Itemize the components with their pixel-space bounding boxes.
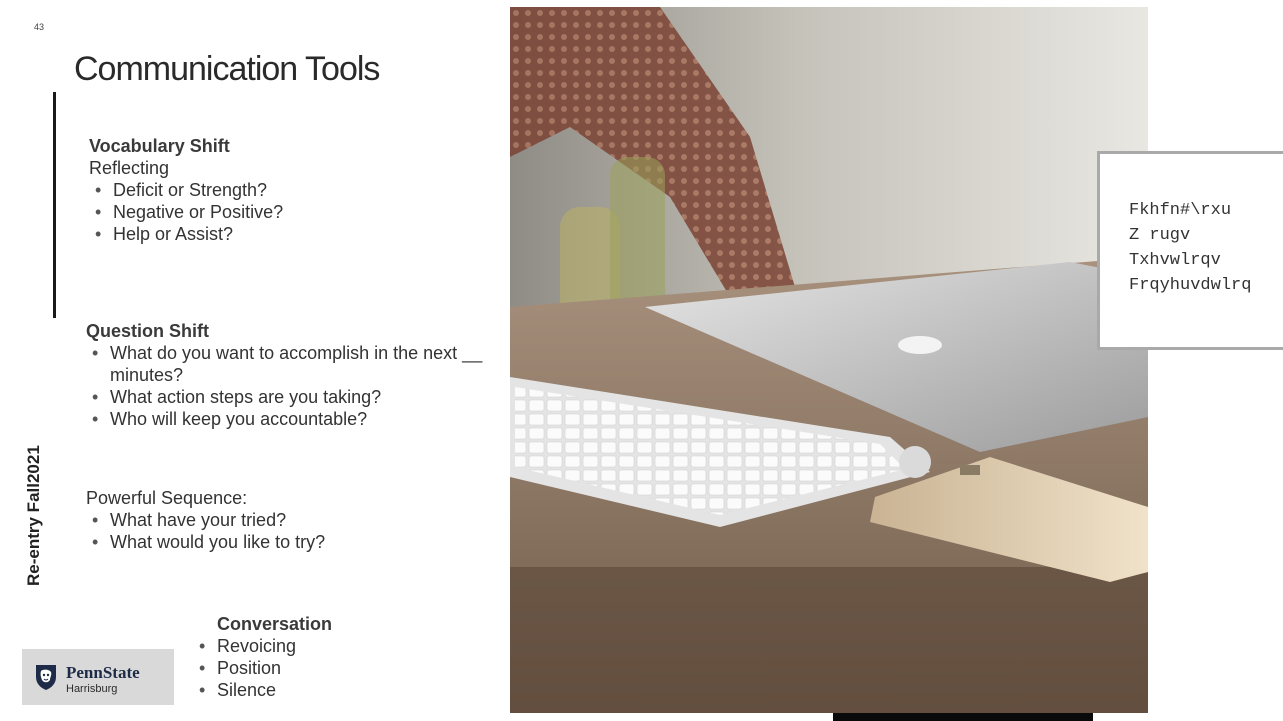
list-item: What do you want to accomplish in the ne…: [86, 342, 506, 386]
cipher-line: Fkhfn#\rxu: [1129, 201, 1232, 220]
list-item: Position: [193, 657, 332, 679]
cipher-line: Frqyhuvdwlrq: [1129, 276, 1252, 295]
list-item: What have your tried?: [86, 509, 325, 531]
conversation-list: Revoicing Position Silence: [193, 635, 332, 701]
slide: 43 Communication Tools Re-entry Fall2021…: [0, 0, 1283, 721]
bottom-strip: [833, 713, 1093, 721]
list-item: Deficit or Strength?: [89, 179, 283, 201]
list-item: Revoicing: [193, 635, 332, 657]
list-item: Silence: [193, 679, 332, 701]
slide-title: Communication Tools: [74, 50, 380, 88]
list-item: Negative or Positive?: [89, 201, 283, 223]
cipher-line: Z rugv: [1129, 226, 1191, 245]
accent-bar: [53, 92, 56, 318]
cipher-text: Fkhfn#\rxu Z rugv Txhvwlrqv Frqyhuvdwlrq: [1129, 198, 1251, 298]
nittany-lion-shield-icon: [36, 665, 56, 690]
vocabulary-heading: Vocabulary Shift: [89, 136, 230, 156]
vertical-label: Re-entry Fall2021: [24, 445, 43, 586]
vocabulary-section: Vocabulary Shift Reflecting Deficit or S…: [89, 135, 283, 245]
conversation-section: Conversation Revoicing Position Silence: [193, 613, 332, 701]
logo-campus: Harrisburg: [66, 683, 118, 695]
desk-laptop-keyboard-photo: [510, 7, 1148, 713]
question-section: Question Shift What do you want to accom…: [86, 320, 506, 430]
page-number: 43: [34, 22, 45, 32]
list-item: What action steps are you taking?: [86, 386, 506, 408]
sequence-list: What have your tried? What would you lik…: [86, 509, 325, 553]
vocabulary-list: Deficit or Strength? Negative or Positiv…: [89, 179, 283, 245]
pennstate-logo: PennState Harrisburg: [22, 649, 174, 705]
list-item: Help or Assist?: [89, 223, 283, 245]
sequence-heading: Powerful Sequence:: [86, 488, 248, 508]
logo-name: PennState: [66, 663, 140, 682]
question-list: What do you want to accomplish in the ne…: [86, 342, 506, 430]
question-heading: Question Shift: [86, 321, 209, 341]
cipher-text-box: Fkhfn#\rxu Z rugv Txhvwlrqv Frqyhuvdwlrq: [1097, 151, 1283, 350]
list-item: What would you like to try?: [86, 531, 325, 553]
sequence-section: Powerful Sequence: What have your tried?…: [86, 487, 325, 553]
list-item: Who will keep you accountable?: [86, 408, 506, 430]
vocabulary-subheading: Reflecting: [89, 158, 170, 178]
conversation-heading: Conversation: [217, 614, 333, 634]
cipher-line: Txhvwlrqv: [1129, 251, 1221, 270]
